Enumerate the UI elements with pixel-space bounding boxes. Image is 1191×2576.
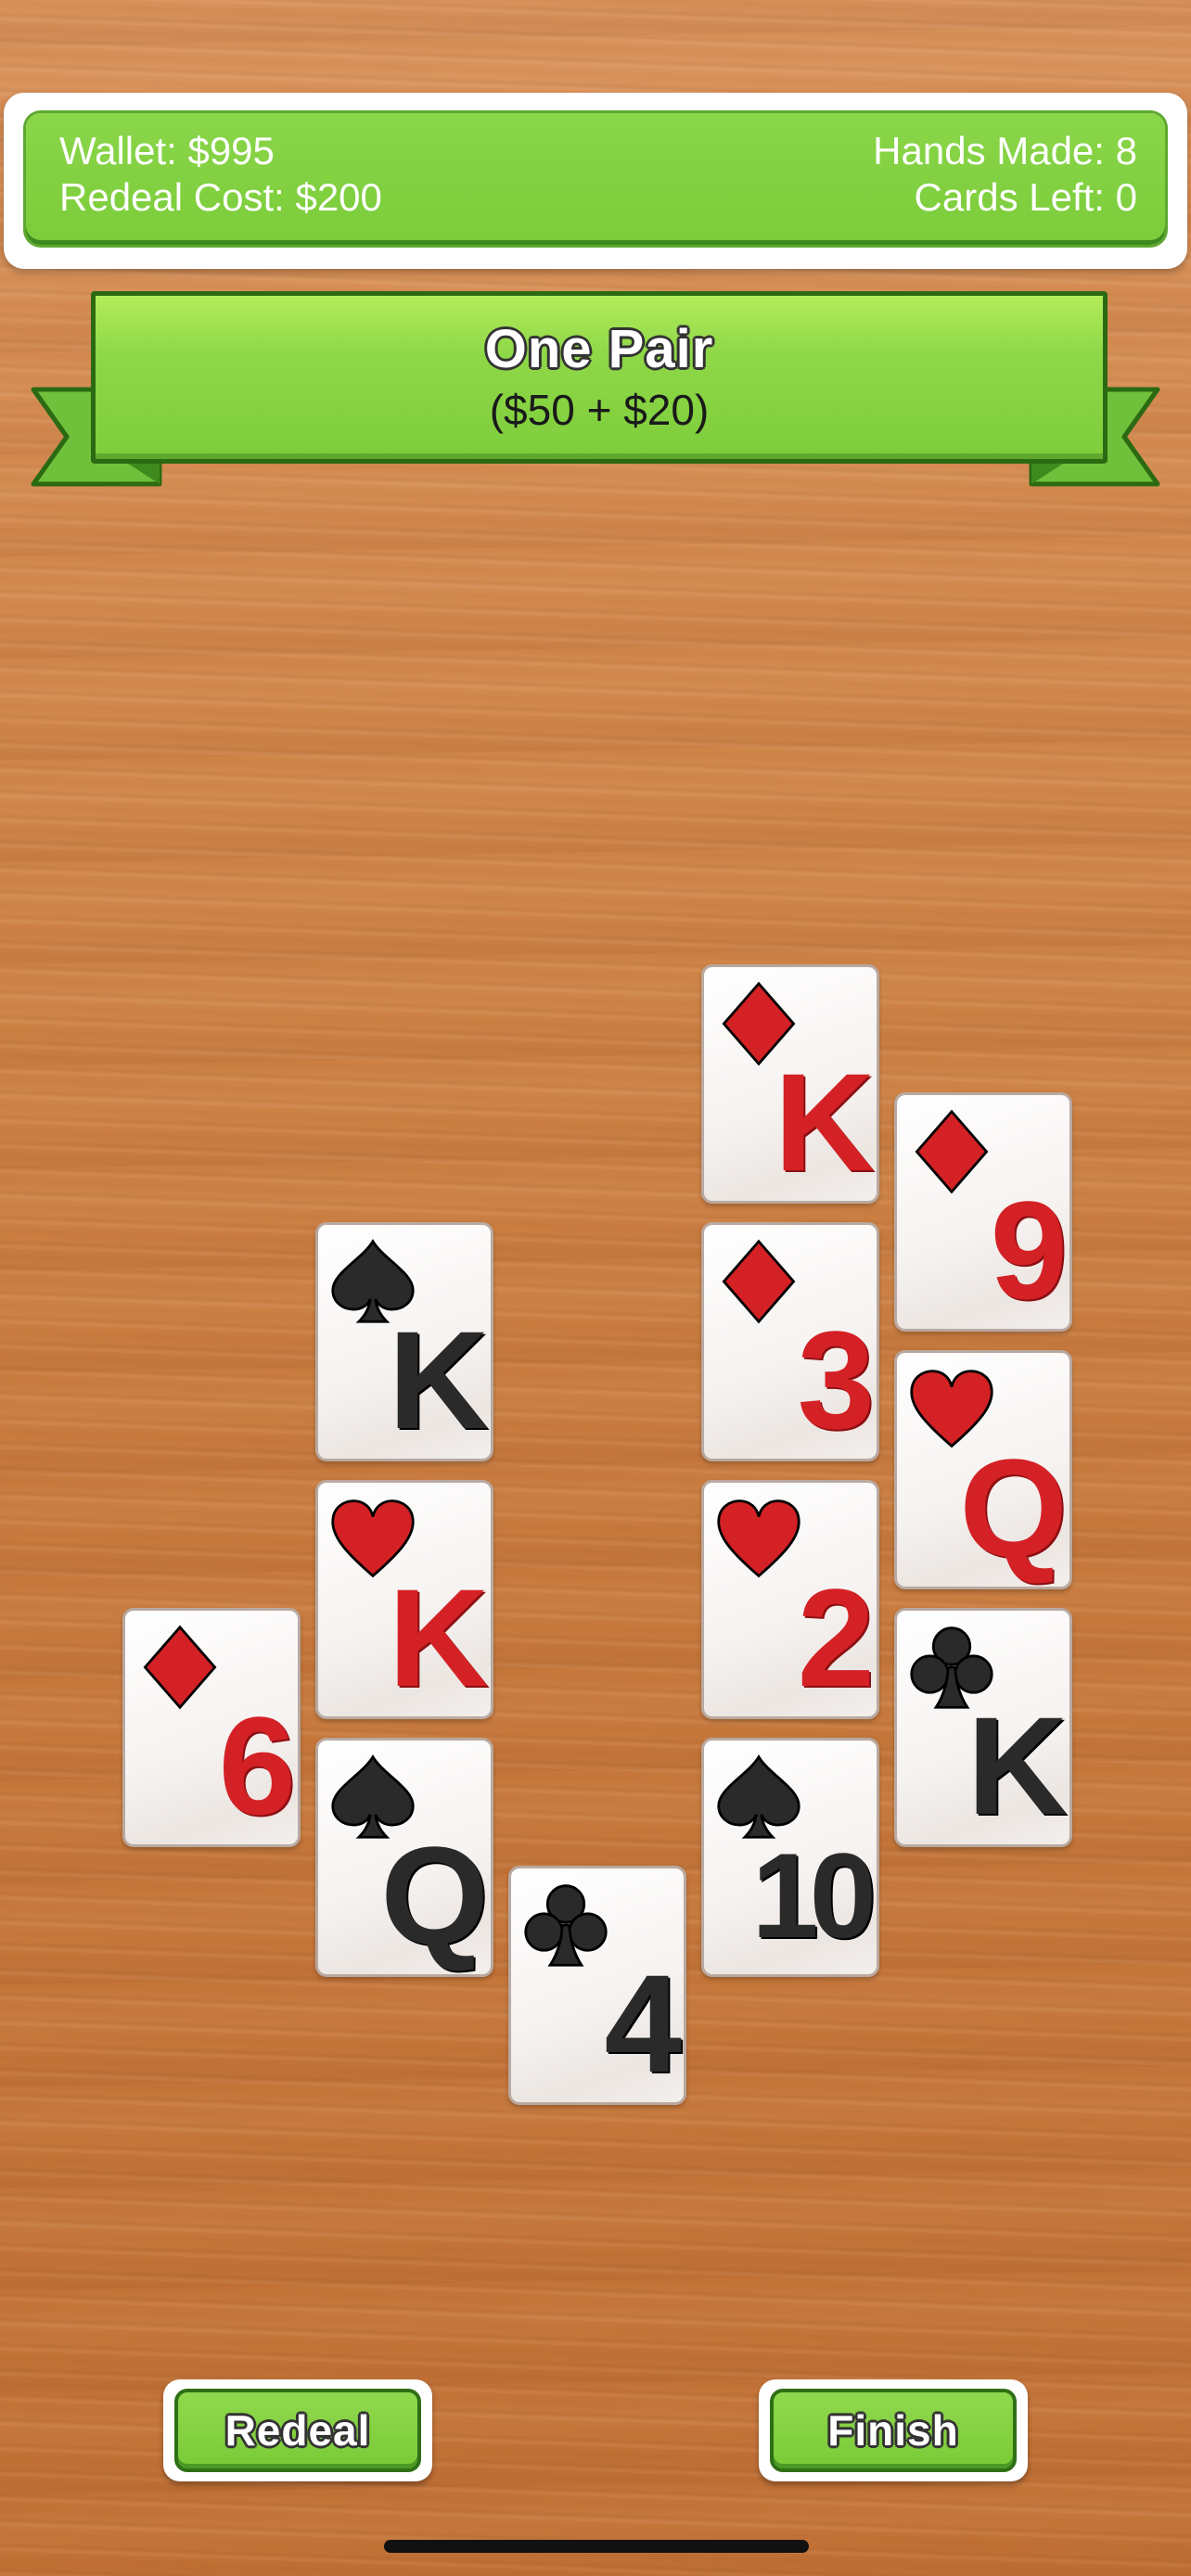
playing-card[interactable]: 9 bbox=[894, 1092, 1072, 1332]
card-rank: 10 bbox=[751, 1828, 877, 1963]
redeal-button-frame: Redeal bbox=[163, 2379, 432, 2481]
hand-name: One Pair bbox=[484, 319, 714, 379]
card-rank: 4 bbox=[604, 1945, 682, 2101]
finish-button-frame: Finish bbox=[759, 2379, 1028, 2481]
playing-card[interactable]: K bbox=[894, 1608, 1072, 1847]
card-rank: K bbox=[967, 1688, 1068, 1843]
card-rank: K bbox=[774, 1044, 875, 1200]
diamond-icon bbox=[136, 1624, 224, 1711]
diamond-icon bbox=[908, 1108, 995, 1195]
finish-button[interactable]: Finish bbox=[770, 2389, 1017, 2472]
diamond-icon bbox=[715, 1238, 802, 1325]
card-rank: Q bbox=[959, 1430, 1068, 1586]
status-panel: Wallet: $995 Redeal Cost: $200 Hands Mad… bbox=[26, 113, 1165, 245]
card-rank: 3 bbox=[797, 1302, 875, 1458]
redeal-button[interactable]: Redeal bbox=[174, 2389, 421, 2472]
redeal-cost-label: Redeal Cost: $200 bbox=[59, 175, 382, 219]
wallet-label: Wallet: $995 bbox=[59, 129, 275, 172]
playing-card[interactable]: K bbox=[701, 964, 879, 1204]
card-rank: Q bbox=[380, 1817, 489, 1973]
card-rank: 9 bbox=[990, 1172, 1068, 1328]
card-rank: K bbox=[388, 1302, 489, 1458]
card-rank: 2 bbox=[797, 1560, 875, 1715]
card-rank: 6 bbox=[218, 1688, 296, 1843]
cards-left-label: Cards Left: 0 bbox=[914, 175, 1137, 219]
playing-card[interactable]: Q bbox=[894, 1350, 1072, 1589]
playing-card[interactable]: 6 bbox=[122, 1608, 301, 1847]
hand-result-banner: One Pair ($50 + $20) bbox=[91, 291, 1108, 464]
club-icon bbox=[522, 1881, 609, 1969]
hand-payout: ($50 + $20) bbox=[489, 386, 710, 434]
home-indicator bbox=[384, 2540, 809, 2553]
playing-card[interactable]: Q bbox=[315, 1738, 493, 1977]
hands-made-label: Hands Made: 8 bbox=[873, 129, 1137, 172]
playing-card[interactable]: K bbox=[315, 1222, 493, 1461]
card-rank: K bbox=[388, 1560, 489, 1715]
status-panel-frame: Wallet: $995 Redeal Cost: $200 Hands Mad… bbox=[4, 93, 1187, 269]
playing-card[interactable]: 4 bbox=[508, 1866, 686, 2105]
playing-card[interactable]: 2 bbox=[701, 1480, 879, 1719]
heart-icon bbox=[715, 1496, 802, 1583]
playing-card[interactable]: K bbox=[315, 1480, 493, 1719]
playing-card[interactable]: 3 bbox=[701, 1222, 879, 1461]
playing-card[interactable]: 10 bbox=[701, 1738, 879, 1977]
